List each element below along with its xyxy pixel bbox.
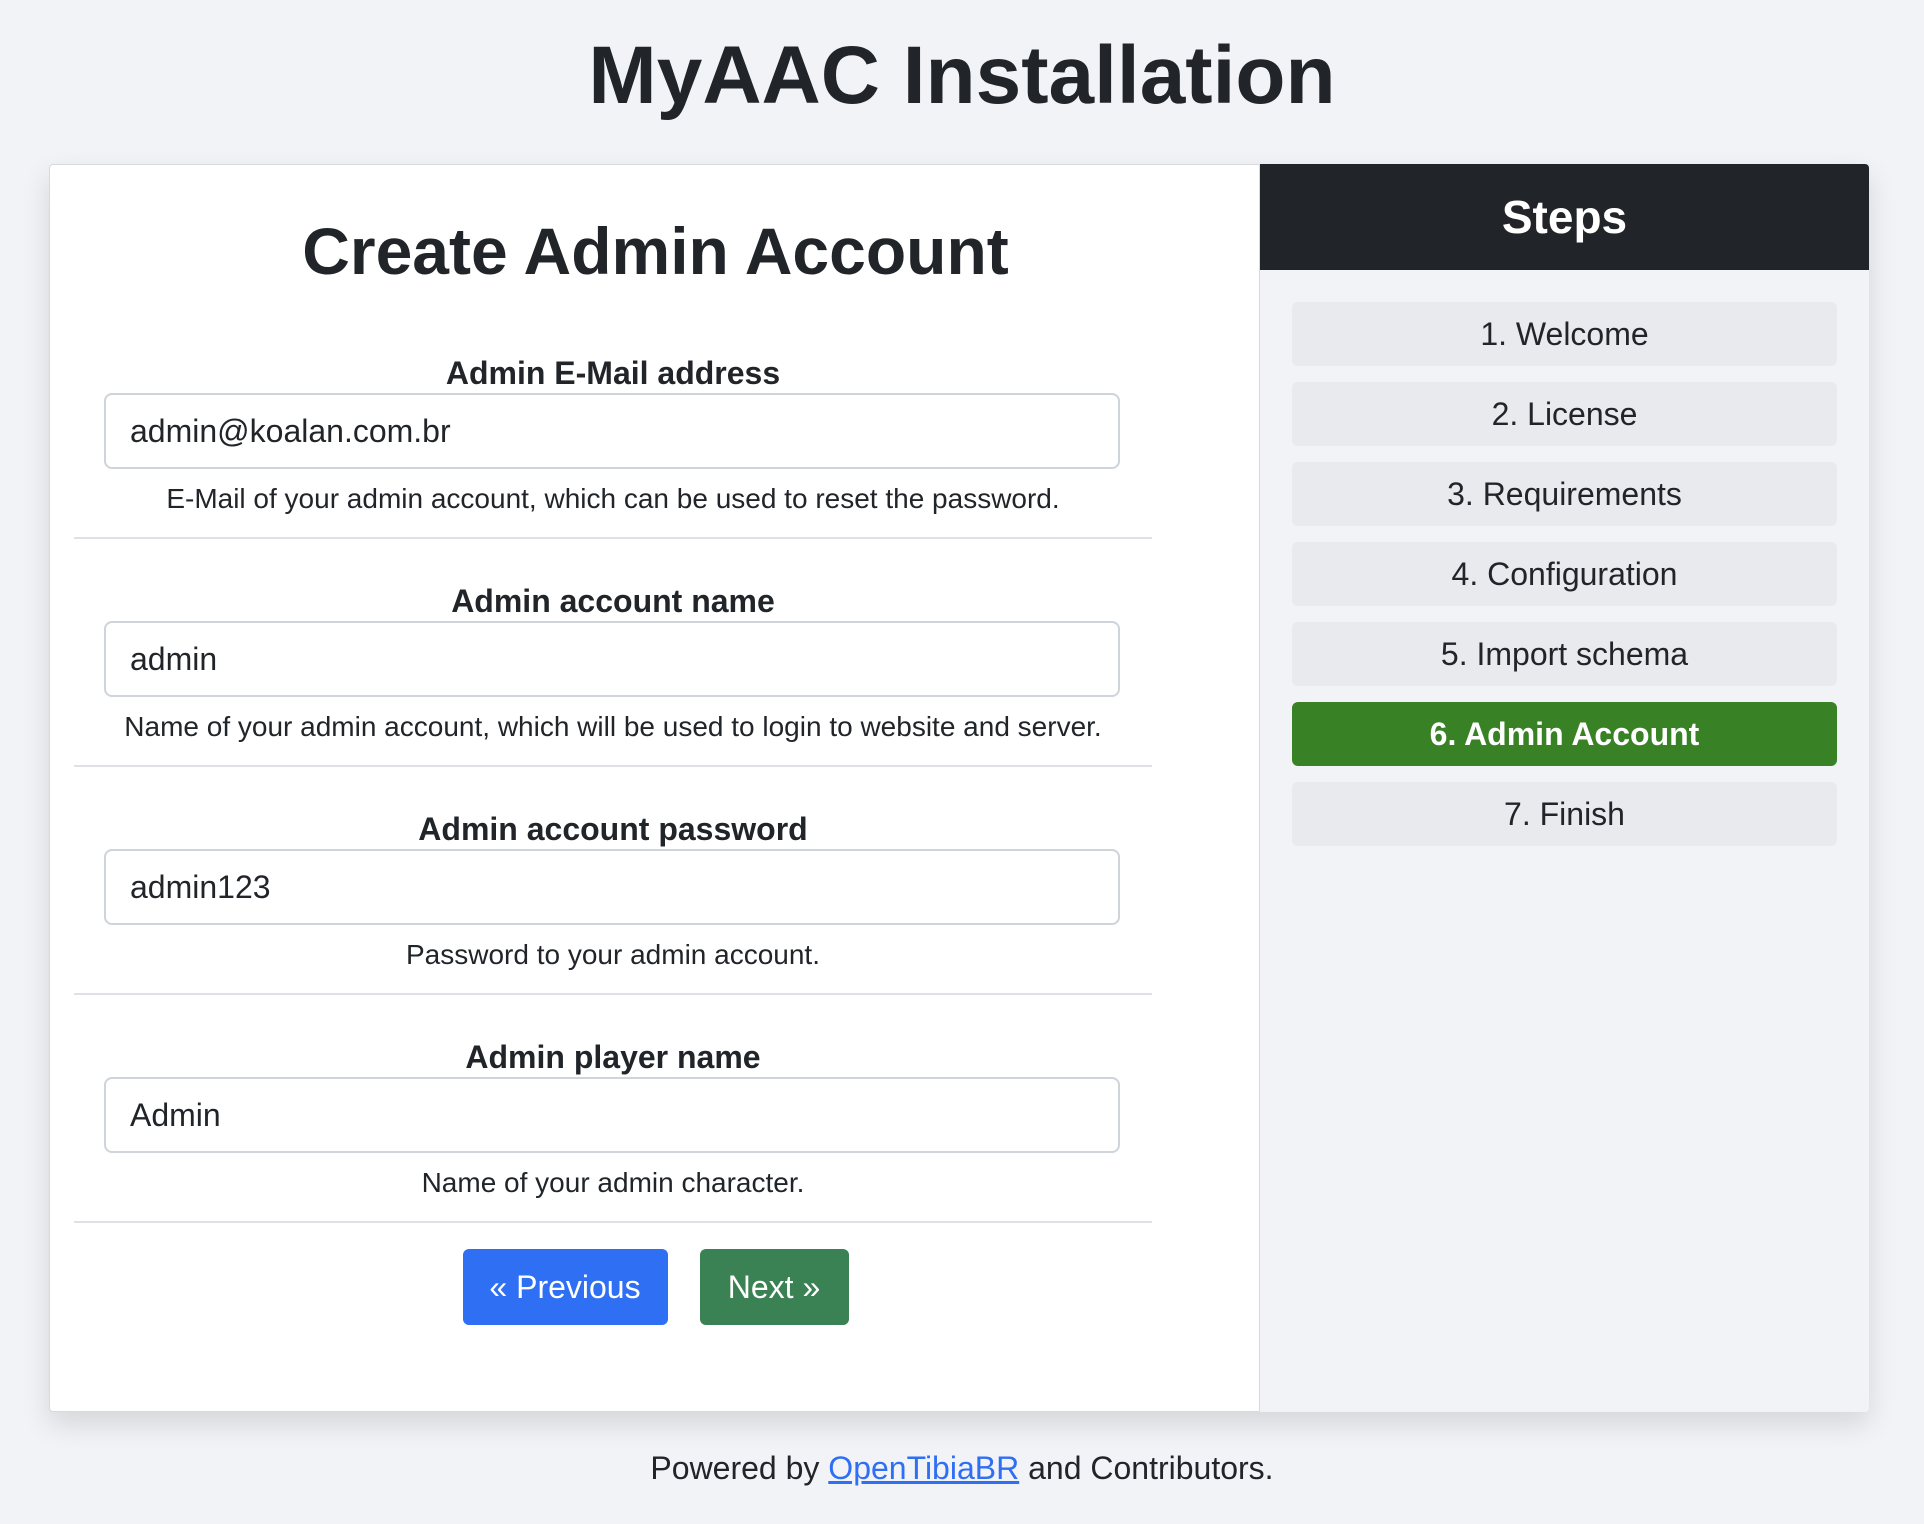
player-name-help-text: Name of your admin character. — [421, 1167, 805, 1198]
opentibiabr-link[interactable]: OpenTibiaBR — [828, 1450, 1019, 1486]
email-field-group: Admin E-Mail address E-Mail of your admi… — [74, 351, 1152, 579]
player-name-label: Admin player name — [465, 1039, 761, 1075]
email-label: Admin E-Mail address — [445, 355, 781, 391]
step-configuration: 4. Configuration — [1292, 542, 1837, 606]
navigation-buttons: « Previous Next » — [50, 1249, 1261, 1325]
email-divider — [74, 537, 1152, 539]
account-name-field-group: Admin account name Name of your admin ac… — [74, 579, 1152, 807]
player-name-field-group: Admin player name Name of your admin cha… — [74, 1035, 1152, 1263]
footer-prefix: Powered by — [650, 1450, 820, 1486]
step-welcome: 1. Welcome — [1292, 302, 1837, 366]
footer: Powered by OpenTibiaBR and Contributors. — [0, 1446, 1924, 1490]
step-finish: 7. Finish — [1292, 782, 1837, 846]
previous-button[interactable]: « Previous — [462, 1249, 668, 1325]
step-import-schema: 5. Import schema — [1292, 622, 1837, 686]
step-requirements: 3. Requirements — [1292, 462, 1837, 526]
password-help-text: Password to your admin account. — [406, 939, 820, 970]
footer-suffix: and Contributors. — [1028, 1450, 1274, 1486]
player-name-divider — [74, 1221, 1152, 1223]
account-name-divider — [74, 765, 1152, 767]
password-input[interactable] — [104, 849, 1120, 925]
email-help-text: E-Mail of your admin account, which can … — [166, 483, 1060, 514]
next-button[interactable]: Next » — [699, 1249, 849, 1325]
step-license: 2. License — [1292, 382, 1837, 446]
steps-sidebar: Steps 1. Welcome 2. License 3. Requireme… — [1260, 164, 1869, 1412]
password-field-group: Admin account password Password to your … — [74, 807, 1152, 1035]
panel-title: Create Admin Account — [302, 214, 1009, 288]
steps-title: Steps — [1260, 164, 1869, 270]
account-name-label: Admin account name — [451, 583, 775, 619]
account-name-help-text: Name of your admin account, which will b… — [124, 711, 1102, 742]
player-name-input[interactable] — [104, 1077, 1120, 1153]
admin-account-panel: Create Admin Account Admin E-Mail addres… — [49, 164, 1260, 1412]
step-admin-account: 6. Admin Account — [1292, 702, 1837, 766]
installer-card: Create Admin Account Admin E-Mail addres… — [49, 164, 1869, 1412]
password-label: Admin account password — [418, 811, 808, 847]
page-title: MyAAC Installation — [588, 30, 1336, 121]
account-name-input[interactable] — [104, 621, 1120, 697]
password-divider — [74, 993, 1152, 995]
steps-list: 1. Welcome 2. License 3. Requirements 4.… — [1292, 302, 1837, 862]
email-input[interactable] — [104, 393, 1120, 469]
